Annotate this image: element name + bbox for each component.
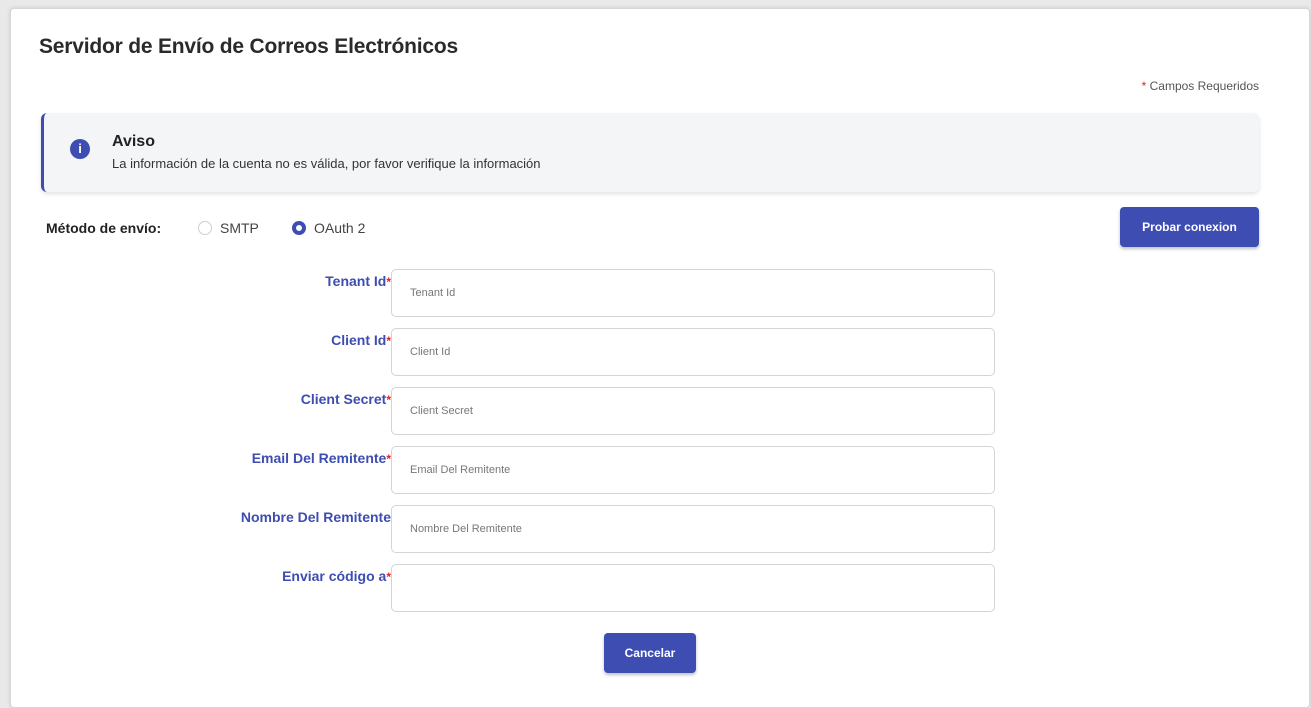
email-server-settings-card: Servidor de Envío de Correos Electrónico… [10, 8, 1310, 708]
field-row-sender-name: Nombre Del Remitente [11, 505, 1011, 555]
required-star: * [1141, 79, 1147, 93]
send-code-to-label: Enviar código a* [282, 568, 391, 584]
sender-name-label-text: Nombre Del Remitente [240, 509, 391, 525]
field-row-send-code-to: Enviar código a* [11, 564, 1011, 614]
sender-name-label: Nombre Del Remitente [241, 509, 391, 525]
required-fields-note: * Campos Requeridos [1142, 79, 1259, 93]
field-row-client-id: Client Id* [11, 328, 1011, 378]
required-fields-text: Campos Requeridos [1149, 79, 1259, 93]
test-connection-button[interactable]: Probar conexion [1120, 207, 1259, 247]
client-secret-label-text: Client Secret [300, 391, 387, 407]
send-code-to-input[interactable] [391, 564, 995, 612]
field-row-tenant-id: Tenant Id* [11, 269, 1011, 319]
tenant-id-label-text: Tenant Id [325, 273, 387, 289]
sender-email-input[interactable] [391, 446, 995, 494]
notice-message: La información de la cuenta no es válida… [112, 156, 541, 171]
sender-email-label: Email Del Remitente* [252, 450, 391, 466]
client-id-label-text: Client Id [331, 332, 387, 348]
client-secret-input[interactable] [391, 387, 995, 435]
radio-smtp-circle[interactable] [198, 221, 212, 235]
page-title: Servidor de Envío de Correos Electrónico… [39, 35, 458, 58]
radio-oauth2[interactable]: OAuth 2 [292, 220, 365, 236]
info-icon: i [70, 139, 90, 159]
sender-email-label-text: Email Del Remitente [251, 450, 387, 466]
client-id-label: Client Id* [331, 332, 391, 348]
send-method-label: Método de envío: [46, 220, 162, 236]
radio-oauth2-label[interactable]: OAuth 2 [314, 220, 365, 236]
tenant-id-input[interactable] [391, 269, 995, 317]
sender-name-input[interactable] [391, 505, 995, 553]
field-row-sender-email: Email Del Remitente* [11, 446, 1011, 496]
notice-banner: i Aviso La información de la cuenta no e… [41, 113, 1259, 192]
client-secret-label: Client Secret* [301, 391, 391, 407]
cancel-button[interactable]: Cancelar [604, 633, 696, 673]
tenant-id-label: Tenant Id* [325, 273, 391, 289]
send-code-to-label-text: Enviar código a [282, 568, 387, 584]
radio-smtp-label[interactable]: SMTP [220, 220, 259, 236]
notice-title: Aviso [112, 133, 155, 150]
client-id-input[interactable] [391, 328, 995, 376]
field-row-client-secret: Client Secret* [11, 387, 1011, 437]
radio-smtp[interactable]: SMTP [198, 220, 259, 236]
radio-oauth2-circle[interactable] [292, 221, 306, 235]
